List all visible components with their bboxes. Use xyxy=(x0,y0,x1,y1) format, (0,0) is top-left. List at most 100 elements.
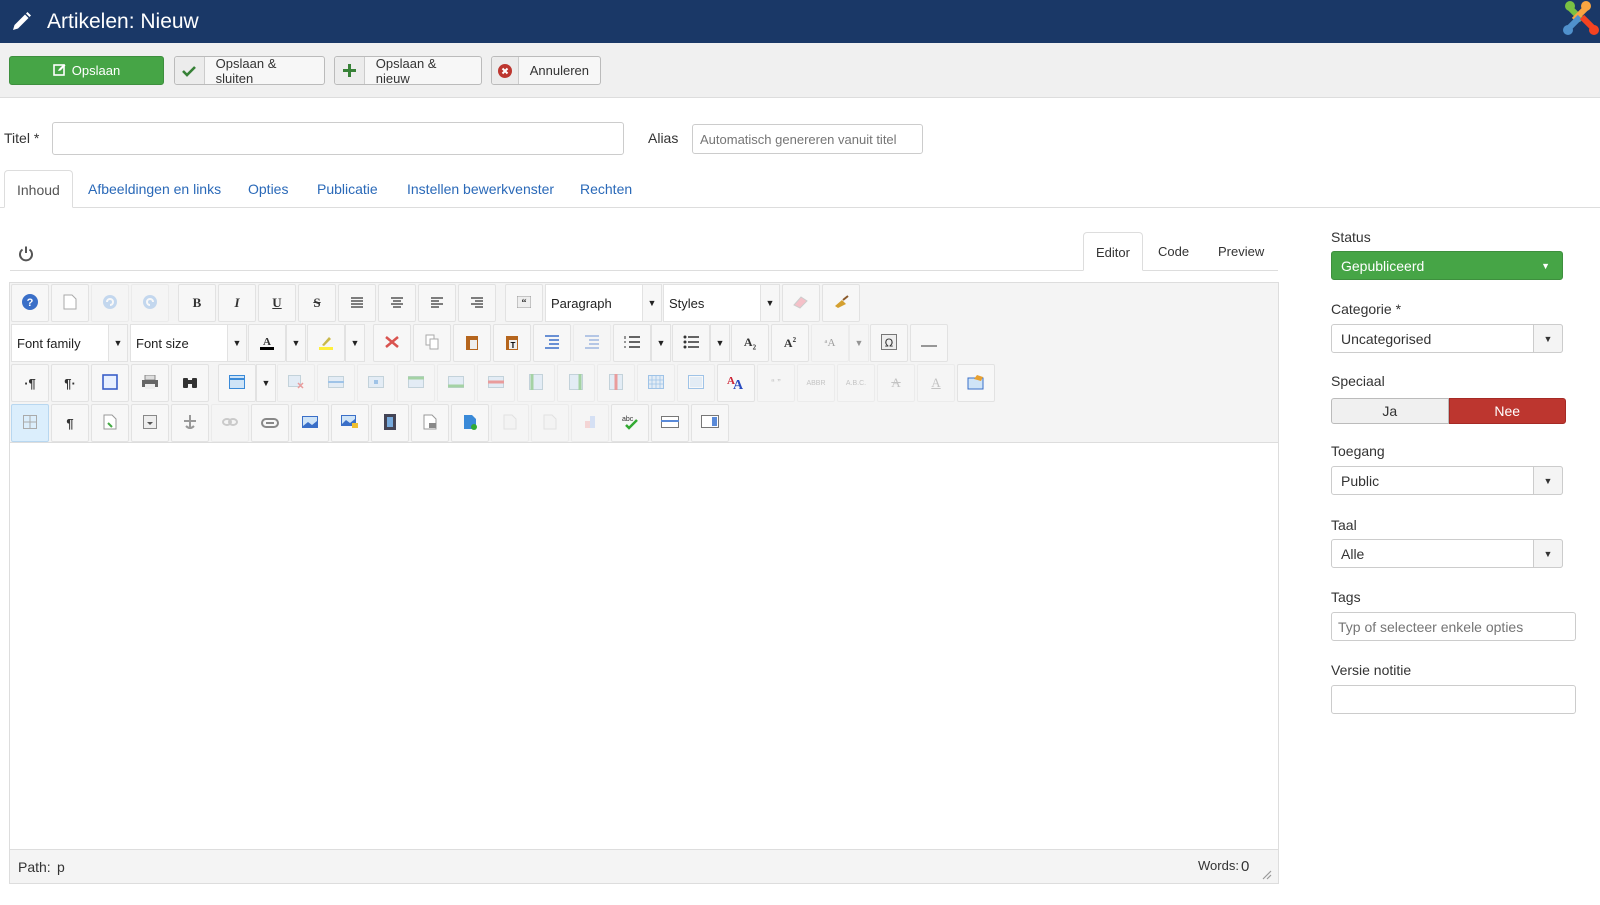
tags-input[interactable] xyxy=(1331,612,1576,641)
version-note-input[interactable] xyxy=(1331,685,1576,714)
ltr-button[interactable]: ·¶ xyxy=(11,364,49,402)
align-center-button[interactable] xyxy=(378,284,416,322)
insert-row-before-button[interactable] xyxy=(397,364,435,402)
align-left-button[interactable] xyxy=(418,284,456,322)
subscript-button[interactable]: A2 xyxy=(731,324,769,362)
image-button[interactable] xyxy=(291,404,329,442)
featured-no-button[interactable]: Nee xyxy=(1448,398,1566,424)
del-button[interactable]: A xyxy=(877,364,915,402)
format-select[interactable]: Paragraph xyxy=(545,284,643,322)
spellcheck-button[interactable]: abc xyxy=(611,404,649,442)
numbered-list-dropdown-arrow[interactable]: ▼ xyxy=(651,324,671,362)
bullet-list-dropdown-arrow[interactable]: ▼ xyxy=(710,324,730,362)
module-button[interactable] xyxy=(571,404,609,442)
font-size-select[interactable]: Font size xyxy=(130,324,228,362)
insert-col-after-button[interactable] xyxy=(557,364,595,402)
remove-format-button[interactable] xyxy=(782,284,820,322)
language-button[interactable]: ᵃA xyxy=(811,324,849,362)
delete-table-button[interactable] xyxy=(277,364,315,402)
new-document-button[interactable] xyxy=(51,284,89,322)
italic-button[interactable]: I xyxy=(218,284,256,322)
resize-handle-icon[interactable] xyxy=(1262,867,1272,883)
font-family-select[interactable]: Font family xyxy=(11,324,109,362)
text-color-dropdown-arrow[interactable]: ▼ xyxy=(286,324,306,362)
delete-col-button[interactable] xyxy=(597,364,635,402)
featured-yes-button[interactable]: Ja xyxy=(1331,398,1449,424)
save-new-button[interactable]: Opslaan & nieuw xyxy=(334,56,482,86)
tab-editor[interactable]: Editor xyxy=(1083,232,1143,271)
language-select[interactable]: Alle ▼ xyxy=(1331,539,1563,568)
file-manager-button[interactable] xyxy=(411,404,449,442)
outdent-button[interactable] xyxy=(573,324,611,362)
template-button[interactable] xyxy=(957,364,995,402)
strikethrough-button[interactable]: S xyxy=(298,284,336,322)
underline-button[interactable]: U xyxy=(258,284,296,322)
category-select[interactable]: Uncategorised ▼ xyxy=(1331,324,1563,353)
toggle-toolbar-button[interactable] xyxy=(651,404,689,442)
table-dropdown-arrow[interactable]: ▼ xyxy=(256,364,276,402)
tab-preview[interactable]: Preview xyxy=(1218,232,1264,271)
page-break-button[interactable] xyxy=(451,404,489,442)
delete-row-button[interactable] xyxy=(477,364,515,402)
highlight-color-button[interactable] xyxy=(307,324,345,362)
unlink-button[interactable] xyxy=(211,404,249,442)
anchor-button[interactable] xyxy=(171,404,209,442)
status-select[interactable]: Gepubliceerd ▼ xyxy=(1331,251,1563,280)
alias-input[interactable] xyxy=(692,124,923,154)
save-button[interactable]: Opslaan xyxy=(9,56,164,85)
table-button[interactable] xyxy=(218,364,256,402)
font-size-dropdown-arrow[interactable]: ▼ xyxy=(227,324,247,362)
cleanup-button[interactable] xyxy=(822,284,860,322)
insert-row-after-button[interactable] xyxy=(437,364,475,402)
numbered-list-button[interactable] xyxy=(613,324,651,362)
visual-aid-button[interactable] xyxy=(11,404,49,442)
copy-button[interactable] xyxy=(413,324,451,362)
access-select[interactable]: Public ▼ xyxy=(1331,466,1563,495)
font-styles-button[interactable]: AA xyxy=(717,364,755,402)
special-char-button[interactable]: Ω xyxy=(870,324,908,362)
link-button[interactable] xyxy=(251,404,289,442)
media-button[interactable] xyxy=(371,404,409,442)
bullet-list-button[interactable] xyxy=(672,324,710,362)
insert-layer-button[interactable] xyxy=(131,404,169,442)
image-manager-button[interactable] xyxy=(331,404,369,442)
merge-cells-button[interactable] xyxy=(677,364,715,402)
show-blocks-button[interactable]: ¶ xyxy=(51,404,89,442)
align-justify-button[interactable] xyxy=(338,284,376,322)
font-family-dropdown-arrow[interactable]: ▼ xyxy=(108,324,128,362)
tab-publicatie[interactable]: Publicatie xyxy=(317,170,378,208)
insert-col-before-button[interactable] xyxy=(517,364,555,402)
styles-select[interactable]: Styles xyxy=(663,284,761,322)
ins-button[interactable]: A xyxy=(917,364,955,402)
language-dropdown-arrow[interactable]: ▼ xyxy=(849,324,869,362)
tab-inhoud[interactable]: Inhoud xyxy=(4,170,73,208)
editor-content[interactable] xyxy=(10,444,1278,849)
rtl-button[interactable]: ¶· xyxy=(51,364,89,402)
paste-button[interactable] xyxy=(453,324,491,362)
tab-code[interactable]: Code xyxy=(1158,232,1189,271)
preview-pane-button[interactable] xyxy=(691,404,729,442)
paste-text-button[interactable]: T xyxy=(493,324,531,362)
abbr-button[interactable]: ABBR xyxy=(797,364,835,402)
row-props-button[interactable] xyxy=(317,364,355,402)
pagebreak-article-button[interactable] xyxy=(531,404,569,442)
split-cells-button[interactable] xyxy=(637,364,675,402)
cut-button[interactable] xyxy=(373,324,411,362)
horizontal-rule-button[interactable] xyxy=(910,324,948,362)
insert-file-button[interactable] xyxy=(91,404,129,442)
readmore-button[interactable] xyxy=(491,404,529,442)
tab-rechten[interactable]: Rechten xyxy=(580,170,632,208)
help-button[interactable]: ? xyxy=(11,284,49,322)
path-value[interactable]: p xyxy=(57,859,65,875)
title-input[interactable] xyxy=(52,122,624,155)
bold-button[interactable]: B xyxy=(178,284,216,322)
search-replace-button[interactable] xyxy=(171,364,209,402)
tab-opties[interactable]: Opties xyxy=(248,170,288,208)
cite-button[interactable]: “ ” xyxy=(757,364,795,402)
tab-afbeeldingen[interactable]: Afbeeldingen en links xyxy=(88,170,221,208)
acronym-button[interactable]: A.B.C. xyxy=(837,364,875,402)
undo-button[interactable] xyxy=(91,284,129,322)
power-toggle-icon[interactable] xyxy=(17,245,35,263)
align-right-button[interactable] xyxy=(458,284,496,322)
indent-button[interactable] xyxy=(533,324,571,362)
